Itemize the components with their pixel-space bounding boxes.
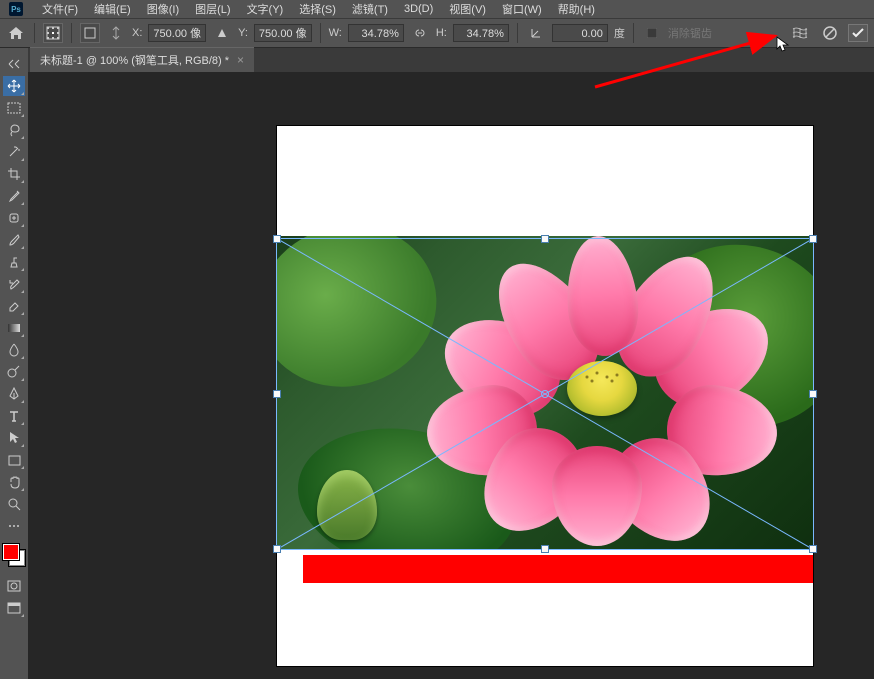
angle-icon [526, 23, 546, 43]
color-swatch[interactable] [3, 544, 25, 566]
document-tab-strip: 未标题-1 @ 100% (钢笔工具, RGB/8) * × [0, 48, 874, 72]
placed-image[interactable] [277, 236, 813, 550]
relative-position-icon[interactable] [80, 23, 100, 43]
h-value[interactable]: 34.78% [453, 24, 509, 42]
menu-type[interactable]: 文字(Y) [239, 0, 292, 19]
canvas-workspace[interactable] [28, 72, 874, 679]
options-bar: X: 750.00 像 Y: 750.00 像 W: 34.78% H: 34.… [0, 18, 874, 48]
crop-tool[interactable] [3, 164, 25, 184]
menu-filter[interactable]: 滤镜(T) [344, 0, 396, 19]
blur-tool[interactable] [3, 340, 25, 360]
antialias-label: 消除锯齿 [668, 25, 712, 41]
lasso-tool[interactable] [3, 120, 25, 140]
menu-view[interactable]: 视图(V) [441, 0, 494, 19]
type-tool[interactable] [3, 406, 25, 426]
link-wh-icon[interactable] [410, 23, 430, 43]
screen-mode-icon[interactable] [3, 598, 25, 618]
menu-window[interactable]: 窗口(W) [494, 0, 550, 19]
svg-text:Ps: Ps [11, 5, 21, 14]
y-value[interactable]: 750.00 像 [254, 24, 312, 42]
document-tab-title: 未标题-1 @ 100% (钢笔工具, RGB/8) * [40, 52, 229, 68]
marquee-tool[interactable] [3, 98, 25, 118]
angle-value[interactable]: 0.00 [552, 24, 608, 42]
transform-ref-point-icon[interactable] [43, 23, 63, 43]
shape-tool[interactable] [3, 450, 25, 470]
quick-mask-icon[interactable] [3, 576, 25, 596]
x-value[interactable]: 750.00 像 [148, 24, 206, 42]
cancel-transform-icon[interactable] [820, 23, 840, 43]
tab-toggle-icon[interactable] [3, 54, 25, 74]
swap-xy-icon[interactable] [106, 23, 126, 43]
foreground-color-swatch[interactable] [3, 544, 19, 560]
menu-image[interactable]: 图像(I) [139, 0, 187, 19]
gradient-tool[interactable] [3, 318, 25, 338]
commit-transform-button[interactable] [848, 24, 868, 42]
history-brush-tool[interactable] [3, 274, 25, 294]
w-value[interactable]: 34.78% [348, 24, 404, 42]
menu-select[interactable]: 选择(S) [291, 0, 344, 19]
tool-panel [0, 48, 28, 679]
eyedropper-tool[interactable] [3, 186, 25, 206]
magic-wand-tool[interactable] [3, 142, 25, 162]
menu-help[interactable]: 帮助(H) [550, 0, 603, 19]
home-icon[interactable] [6, 23, 26, 43]
hand-tool[interactable] [3, 472, 25, 492]
menu-layer[interactable]: 图层(L) [187, 0, 238, 19]
healing-brush-tool[interactable] [3, 208, 25, 228]
y-label: Y: [238, 27, 248, 39]
close-tab-icon[interactable]: × [237, 53, 244, 67]
x-label: X: [132, 27, 142, 39]
edit-toolbar-icon[interactable] [3, 516, 25, 536]
antialias-checkbox[interactable] [642, 23, 662, 43]
path-select-tool[interactable] [3, 428, 25, 448]
eraser-tool[interactable] [3, 296, 25, 316]
move-tool[interactable] [3, 76, 25, 96]
app-icon: Ps [8, 1, 24, 17]
clone-stamp-tool[interactable] [3, 252, 25, 272]
zoom-tool[interactable] [3, 494, 25, 514]
menu-3d[interactable]: 3D(D) [396, 1, 441, 17]
brush-tool[interactable] [3, 230, 25, 250]
document-tab[interactable]: 未标题-1 @ 100% (钢笔工具, RGB/8) * × [30, 47, 254, 72]
triangle-y-icon [212, 23, 232, 43]
h-label: H: [436, 27, 447, 39]
menu-edit[interactable]: 编辑(E) [86, 0, 139, 19]
warp-mode-icon[interactable] [790, 23, 810, 43]
pen-tool[interactable] [3, 384, 25, 404]
angle-unit: 度 [614, 25, 625, 41]
dodge-tool[interactable] [3, 362, 25, 382]
menu-file[interactable]: 文件(F) [34, 0, 86, 19]
menu-bar: Ps 文件(F) 编辑(E) 图像(I) 图层(L) 文字(Y) 选择(S) 滤… [0, 0, 874, 18]
red-shape-layer [303, 555, 813, 583]
w-label: W: [329, 27, 342, 39]
